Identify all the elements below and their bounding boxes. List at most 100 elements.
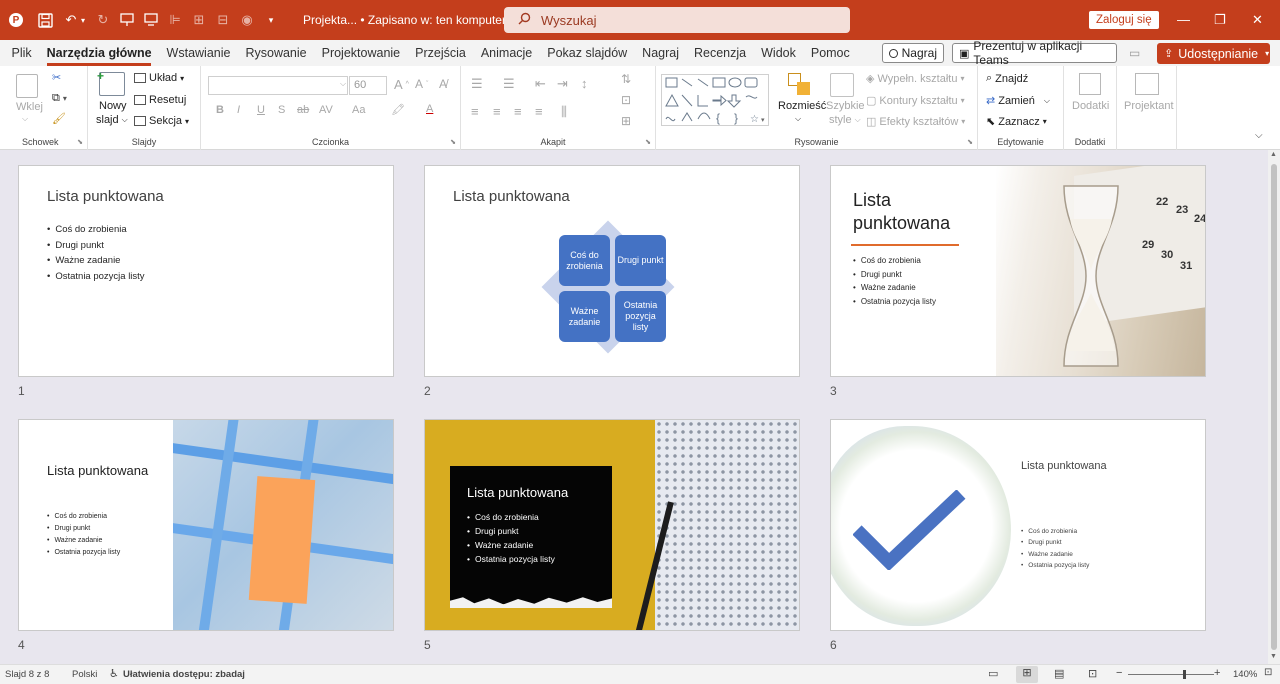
undo-icon[interactable]: ↶ [63, 12, 79, 28]
search-box[interactable]: Wyszukaj [504, 7, 850, 33]
undo-dropdown-icon[interactable]: ▾ [79, 12, 87, 28]
addins-icon[interactable] [1079, 73, 1101, 95]
quick-styles-icon[interactable] [830, 73, 854, 97]
arrange-button[interactable]: Rozmieść [778, 100, 826, 112]
ribbon-collapse-icon[interactable]: ⌵ [1255, 130, 1263, 141]
bullets-icon[interactable]: ☰ [471, 76, 483, 92]
zoom-level[interactable]: 140% [1233, 669, 1257, 680]
paste-icon[interactable] [16, 74, 38, 98]
zoom-slider-thumb[interactable] [1183, 670, 1186, 679]
find-button[interactable]: ⌕ Znajdź [986, 72, 1028, 85]
redo-icon[interactable]: ↻ [95, 12, 111, 28]
slide-thumbnail-1[interactable]: Lista punktowana Coś do zrobienia Drugi … [18, 165, 394, 377]
customize-toolbar-icon[interactable]: ▾ [263, 12, 279, 28]
presentation-icon[interactable] [119, 12, 135, 28]
smartart-convert-icon[interactable]: ⊞ [621, 114, 631, 128]
font-name-chevron-icon[interactable]: ⌵ [340, 79, 346, 89]
slide-thumbnail-2[interactable]: Lista punktowana Coś do zrobienia Drugi … [424, 165, 800, 377]
tab-insert[interactable]: Wstawianie [159, 40, 238, 66]
scroll-down-icon[interactable]: ▼ [1270, 653, 1277, 660]
tab-help[interactable]: Pomoc [803, 40, 857, 66]
align-right-icon[interactable]: ≡ [514, 104, 522, 119]
distribute-icon[interactable]: ⊞ [191, 12, 207, 28]
arrange-icon[interactable] [788, 73, 812, 95]
slideshow-view-icon[interactable]: ⊡ [1088, 667, 1097, 680]
quick-styles-label-1[interactable]: Szybkie [826, 100, 865, 112]
text-direction-icon[interactable]: ⇅ [621, 72, 631, 86]
slide-thumbnail-4[interactable]: Lista punktowana Coś do zrobienia Drugi … [18, 419, 394, 631]
minimize-icon[interactable]: — [1177, 12, 1190, 27]
bold-icon[interactable]: B [216, 104, 224, 116]
shapes-gallery-more-icon[interactable]: ▾ [761, 116, 765, 124]
group-icon[interactable]: ⊟ [215, 12, 231, 28]
zoom-in-icon[interactable]: + [1214, 667, 1220, 679]
line-spacing-icon[interactable]: ↕ [581, 76, 588, 91]
align-text-icon[interactable]: ⊡ [621, 93, 631, 107]
designer-button[interactable]: Projektant [1124, 100, 1174, 112]
shape-fill-button[interactable]: ◈ Wypełn. kształtu ▾ [866, 72, 964, 86]
align-center-icon[interactable]: ≡ [493, 104, 501, 119]
underline-icon[interactable]: U [257, 104, 265, 116]
drawing-launcher-icon[interactable]: ⬊ [967, 138, 973, 146]
reset-button[interactable]: Resetuj [134, 94, 186, 106]
slide-thumbnail-3[interactable]: 22 23 24 29 30 31 Lista punktowana Coś d… [830, 165, 1206, 377]
document-title[interactable]: Projekta... • Zapisano w: ten komputer ⌵ [303, 13, 517, 27]
italic-icon[interactable]: I [237, 104, 240, 116]
paste-chevron-icon[interactable]: ⌵ [22, 114, 28, 124]
font-size-field[interactable]: 60 [349, 76, 387, 95]
format-painter-icon[interactable]: 🖌 [52, 112, 66, 125]
tab-slideshow[interactable]: Pokaz slajdów [540, 40, 635, 66]
justify-icon[interactable]: ≡ [535, 104, 543, 119]
tab-draw[interactable]: Rysowanie [238, 40, 314, 66]
shape-effects-button[interactable]: ◫ Efekty kształtów ▾ [866, 115, 965, 129]
vertical-scrollbar[interactable]: ▲ ▼ [1268, 150, 1280, 664]
language-indicator[interactable]: Polski [72, 669, 97, 680]
paste-button[interactable]: Wklej [16, 101, 43, 113]
slide-thumbnail-6[interactable]: Lista punktowana Coś do zrobienia Drugi … [830, 419, 1206, 631]
tab-review[interactable]: Recenzja [687, 40, 754, 66]
share-button[interactable]: ⇪ Udostępnianie ▾ [1157, 43, 1270, 64]
accessibility-checker[interactable]: Ułatwienia dostępu: zbadaj [123, 669, 245, 680]
font-name-field[interactable] [208, 76, 348, 95]
slideshow-icon[interactable] [143, 12, 159, 28]
layout-button[interactable]: Układ ▾ [134, 72, 184, 84]
strikethrough-icon[interactable]: ab [297, 104, 309, 116]
scrollbar-thumb[interactable] [1271, 164, 1277, 650]
designer-icon[interactable] [1135, 73, 1159, 95]
sign-in-button[interactable]: Zaloguj się [1089, 11, 1159, 29]
change-case-icon[interactable]: Aa [352, 104, 365, 116]
zoom-out-icon[interactable]: − [1116, 667, 1122, 679]
paragraph-launcher-icon[interactable]: ⬊ [645, 138, 651, 146]
scroll-up-icon[interactable]: ▲ [1270, 151, 1277, 158]
slide-thumbnail-5[interactable]: Lista punktowana Coś do zrobienia Drugi … [424, 419, 800, 631]
highlight-icon[interactable]: 🖍 [391, 103, 405, 116]
arrange-chevron-icon[interactable]: ⌵ [795, 114, 801, 124]
tab-animations[interactable]: Animacje [473, 40, 539, 66]
tab-design[interactable]: Projektowanie [314, 40, 408, 66]
char-spacing-icon[interactable]: AV [319, 104, 333, 116]
tab-file[interactable]: Plik [4, 40, 39, 66]
tab-record[interactable]: Nagraj [635, 40, 687, 66]
replace-button[interactable]: ⇄ Zamień ⌵ [986, 94, 1050, 108]
record-icon[interactable]: ◉ [239, 12, 255, 28]
maximize-icon[interactable]: ❐ [1214, 12, 1226, 28]
decrease-font-icon[interactable]: Aˇ [415, 77, 428, 91]
shadow-icon[interactable]: S [278, 104, 285, 116]
shape-outline-button[interactable]: ▢ Kontury kształtu ▾ [866, 94, 965, 108]
zoom-slider[interactable] [1128, 674, 1214, 675]
save-icon[interactable] [37, 12, 53, 28]
reading-view-icon[interactable]: ▤ [1054, 667, 1064, 680]
increase-indent-icon[interactable]: ⇥ [557, 76, 568, 92]
tab-view[interactable]: Widok [754, 40, 804, 66]
align-icon[interactable]: ⊫ [167, 12, 183, 28]
font-color-icon[interactable]: A [426, 103, 433, 115]
decrease-indent-icon[interactable]: ⇤ [535, 76, 546, 92]
close-icon[interactable]: ✕ [1252, 12, 1263, 28]
comments-icon[interactable]: ▭ [1129, 46, 1140, 60]
clear-formatting-icon[interactable]: A̸ [439, 77, 447, 91]
shapes-gallery[interactable]: {} ☆ [661, 74, 769, 126]
copy-icon[interactable]: ⧉ ▾ [52, 92, 67, 105]
present-teams-button[interactable]: ▣ Prezentuj w aplikacji Teams [952, 39, 1117, 67]
fit-to-window-icon[interactable]: ⊡ [1264, 667, 1272, 678]
increase-font-icon[interactable]: A ^ [394, 77, 409, 92]
